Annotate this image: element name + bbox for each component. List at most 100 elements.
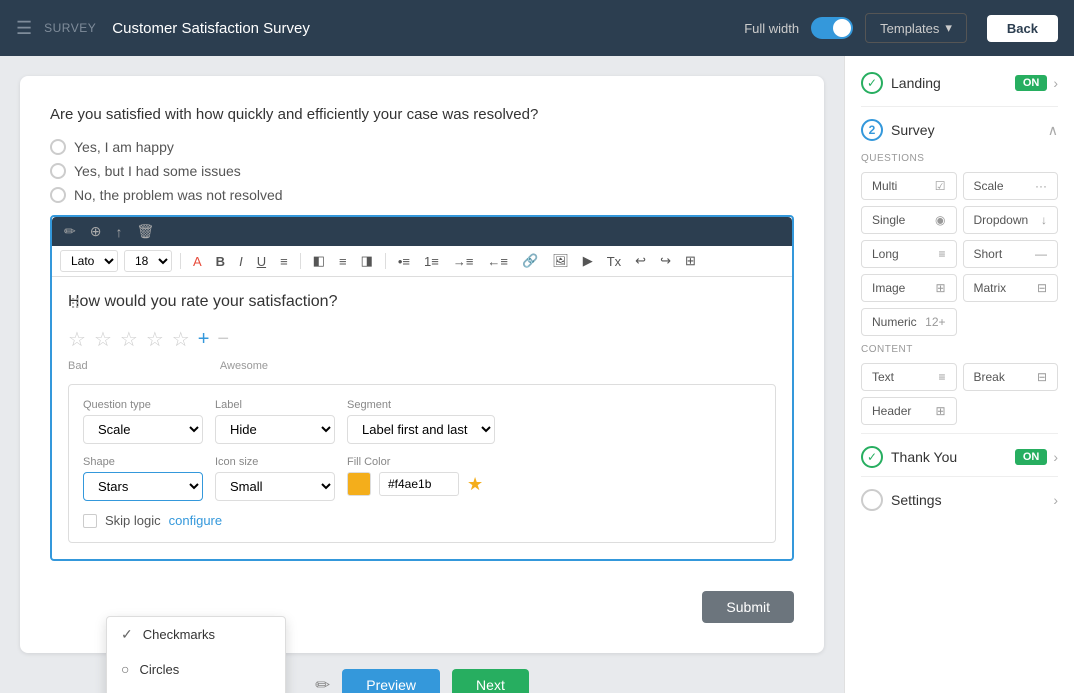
icon-size-select[interactable]: Small	[215, 472, 335, 501]
font-selector[interactable]: Lato	[60, 250, 118, 272]
question-type-field: Question type Scale	[83, 399, 203, 444]
settings-row: Settings ›	[861, 489, 1058, 511]
align-center-button[interactable]: ≡	[335, 252, 351, 271]
landing-check-icon: ✓	[861, 72, 883, 94]
long-button[interactable]: Long ≡	[861, 240, 957, 268]
video-button[interactable]: ▶	[579, 251, 597, 271]
font-color-button[interactable]: A	[189, 252, 206, 271]
thank-you-item: ✓ Thank You	[861, 446, 957, 468]
label-select[interactable]: Hide	[215, 415, 335, 444]
remove-star-button[interactable]: −	[217, 328, 229, 351]
star-4[interactable]: ☆	[146, 327, 164, 352]
matrix-button[interactable]: Matrix ⊟	[963, 274, 1059, 302]
submit-button[interactable]: Submit	[702, 591, 794, 623]
numeric-icon: 12+	[925, 315, 945, 329]
indent-button[interactable]: →≡	[449, 252, 478, 271]
templates-button[interactable]: Templates ▾	[865, 13, 967, 43]
link-button[interactable]: 🔗	[518, 251, 542, 271]
shape-field: Shape Stars	[83, 456, 203, 501]
break-button[interactable]: Break ⊟	[963, 363, 1059, 391]
star-preview-icon: ★	[467, 474, 483, 495]
list-button[interactable]: ≡	[276, 252, 292, 271]
survey-item: 2 Survey	[861, 119, 935, 141]
back-button[interactable]: Back	[987, 15, 1058, 42]
settings-chevron-icon[interactable]: ›	[1053, 492, 1058, 508]
thank-you-chevron-icon[interactable]: ›	[1053, 449, 1058, 465]
survey-chevron-icon[interactable]: ∧	[1048, 122, 1058, 139]
align-right-button[interactable]: ◨	[357, 251, 377, 271]
full-width-toggle[interactable]	[811, 17, 853, 39]
configure-link[interactable]: configure	[169, 513, 222, 528]
circle-icon: ○	[121, 661, 129, 677]
editor-question-text[interactable]: How would you rate your satisfaction?	[68, 293, 776, 311]
short-button[interactable]: Short —	[963, 240, 1059, 268]
add-icon[interactable]: ⊕	[86, 221, 106, 242]
dropdown-hearts[interactable]: ♡ Hearts	[107, 686, 285, 693]
survey-card: Are you satisfied with how quickly and e…	[20, 76, 824, 653]
scratch-icon[interactable]: ✏	[315, 675, 330, 693]
label-field: Label Hide	[215, 399, 335, 444]
label-field-label: Label	[215, 399, 335, 411]
skip-logic-checkbox[interactable]	[83, 514, 97, 528]
radio-1[interactable]	[50, 139, 66, 155]
add-star-button[interactable]: +	[198, 328, 210, 351]
radio-2[interactable]	[50, 163, 66, 179]
bold-button[interactable]: B	[212, 252, 229, 271]
icon-size-field: Icon size Small	[215, 456, 335, 501]
single-button[interactable]: Single ◉	[861, 206, 957, 234]
segment-select[interactable]: Label first and last	[347, 415, 495, 444]
shape-select[interactable]: Stars	[83, 472, 203, 501]
align-left-button[interactable]: ◧	[309, 251, 329, 271]
font-size-selector[interactable]: 18	[124, 250, 172, 272]
content-types-grid: Text ≡ Break ⊟ Header ⊞	[861, 363, 1058, 425]
outdent-button[interactable]: ←≡	[483, 252, 512, 271]
dropdown-checkmarks[interactable]: ✓ Checkmarks	[107, 617, 285, 652]
bullet-list-button[interactable]: •≡	[394, 252, 414, 271]
edit-icon[interactable]: ✏	[60, 221, 80, 242]
break-icon: ⊟	[1037, 370, 1047, 384]
question-type-select[interactable]: Scale	[83, 415, 203, 444]
preview-button[interactable]: Preview	[342, 669, 440, 693]
more-button[interactable]: ⊞	[681, 251, 700, 271]
color-swatch[interactable]	[347, 472, 371, 496]
clear-format-button[interactable]: Tx	[603, 252, 625, 271]
header-button[interactable]: Header ⊞	[861, 397, 957, 425]
image-button-panel[interactable]: Image ⊞	[861, 274, 957, 302]
next-button[interactable]: Next	[452, 669, 529, 693]
ordered-list-button[interactable]: 1≡	[420, 252, 443, 271]
radio-3[interactable]	[50, 187, 66, 203]
option-2: Yes, but I had some issues	[50, 163, 794, 179]
long-icon: ≡	[938, 247, 945, 261]
content-section-label: Content	[861, 344, 1058, 355]
star-3[interactable]: ☆	[120, 327, 138, 352]
thank-you-status-badge: ON	[1015, 449, 1048, 465]
fill-color-field: Fill Color ★	[347, 456, 483, 501]
delete-icon[interactable]: 🗑	[132, 221, 158, 242]
question-types-grid: Multi ☑ Scale ··· Single ◉ Dropdown ↓ Lo…	[861, 172, 1058, 336]
text-icon: ≡	[938, 370, 945, 384]
multi-button[interactable]: Multi ☑	[861, 172, 957, 200]
star-1[interactable]: ☆	[68, 327, 86, 352]
image-button[interactable]: 🖼	[548, 251, 573, 271]
dropdown-circles[interactable]: ○ Circles	[107, 652, 285, 686]
color-hex-input[interactable]	[379, 472, 459, 496]
star-2[interactable]: ☆	[94, 327, 112, 352]
redo-button[interactable]: ↪	[656, 251, 675, 271]
move-up-icon[interactable]: ↑	[111, 222, 126, 242]
landing-chevron-icon[interactable]: ›	[1053, 75, 1058, 91]
segment-field: Segment Label first and last	[347, 399, 495, 444]
underline-button[interactable]: U	[253, 252, 270, 271]
shape-dropdown-menu: ✓ Checkmarks ○ Circles ♡ Hearts ☺ Smiley…	[106, 616, 286, 693]
canvas-area: Are you satisfied with how quickly and e…	[0, 56, 844, 693]
question-type-label: Question type	[83, 399, 203, 411]
numeric-button[interactable]: Numeric 12+	[861, 308, 957, 336]
scale-button[interactable]: Scale ···	[963, 172, 1059, 200]
drag-handle[interactable]: ⠿	[70, 296, 80, 313]
undo-button[interactable]: ↩	[631, 251, 650, 271]
text-button[interactable]: Text ≡	[861, 363, 957, 391]
italic-button[interactable]: I	[235, 252, 247, 271]
settings-section: Settings ›	[861, 476, 1058, 511]
option-3: No, the problem was not resolved	[50, 187, 794, 203]
star-5[interactable]: ☆	[172, 327, 190, 352]
dropdown-button[interactable]: Dropdown ↓	[963, 206, 1059, 234]
